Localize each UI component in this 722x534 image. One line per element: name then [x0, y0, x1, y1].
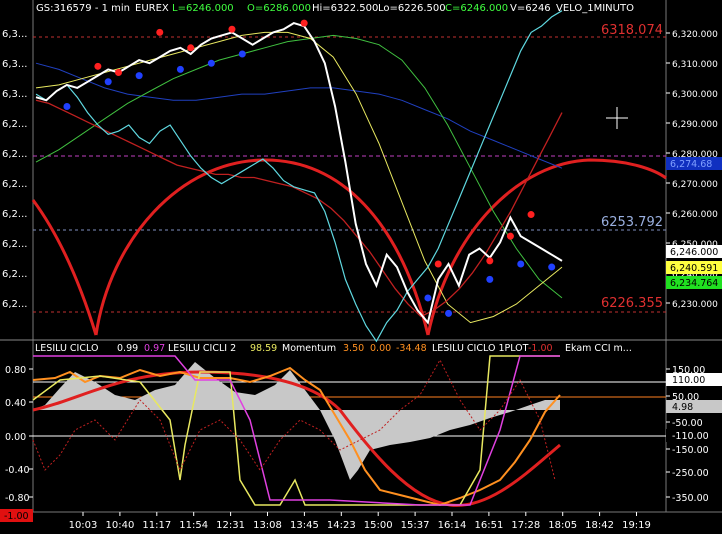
left-lower-tick-label: -0.40 [5, 465, 30, 476]
right-tick-label: 6,310.000 [672, 60, 718, 70]
header-symbol: GS:316579 - 1 min [36, 3, 130, 14]
pivot-high-dot [527, 211, 535, 219]
left-tick-label: 6,3... [2, 89, 27, 100]
header-open: O=6286.000 [247, 3, 311, 14]
time-tick-label: 10:03 [69, 520, 98, 531]
header-last: L=6246.000 [172, 3, 234, 14]
pivot-high-dot [94, 62, 102, 70]
value-badge-label: 6,246.000 [670, 247, 718, 258]
lower-value-badge-label: 4.98 [672, 402, 693, 413]
time-tick-label: 15:00 [364, 520, 393, 531]
left-lower-badge-label: -1.00 [4, 511, 29, 522]
right-lower-tick-label: -350.00 [672, 493, 709, 504]
left-lower-tick-label: -0.80 [5, 493, 30, 504]
time-tick-label: 18:42 [585, 520, 614, 531]
header-volume: V=6246 [510, 3, 551, 14]
time-tick-label: 11:17 [142, 520, 171, 531]
pivot-low-dot [424, 294, 432, 302]
header-low: Lo=6226.500 [378, 3, 446, 14]
level-upper-label: 6318.074 [601, 23, 663, 38]
legend-item: -34.48 [396, 343, 427, 354]
left-tick-label: 6,2... [2, 239, 27, 250]
left-tick-label: 6,3... [2, 29, 27, 40]
legend-item: -1.00 [528, 343, 553, 354]
level-lower-label: 6226.355 [601, 296, 663, 311]
pivot-low-dot [176, 65, 184, 73]
legend-item: 3.50 [343, 343, 364, 354]
chart-svg[interactable]: GS:316579 - 1 min EUREX L=6246.000 O=628… [0, 0, 722, 534]
pivot-high-dot [434, 260, 442, 268]
value-badge-label: 6,234.764 [670, 278, 718, 289]
pivot-high-dot [486, 257, 494, 265]
time-tick-label: 18:05 [548, 520, 577, 531]
time-tick-label: 17:28 [511, 520, 540, 531]
left-tick-label: 6,2... [2, 149, 27, 160]
right-tick-label: 6,270.000 [672, 180, 718, 190]
time-tick-label: 13:08 [253, 520, 282, 531]
left-tick-label: 6,2... [2, 119, 27, 130]
right-lower-tick-label: -250.00 [672, 468, 709, 479]
right-tick-label: 6,300.000 [672, 90, 718, 100]
left-tick-label: 6,2... [2, 209, 27, 220]
pivot-low-dot [486, 275, 494, 283]
pivot-high-dot [506, 232, 514, 240]
pivot-low-dot [445, 309, 453, 317]
time-tick-label: 19:19 [622, 520, 651, 531]
legend-item: LESILU CICLO [35, 343, 98, 354]
right-tick-label: 6,260.000 [672, 210, 718, 220]
header-close: C=6246.000 [445, 3, 508, 14]
time-tick-label: 12:31 [216, 520, 245, 531]
lower-value-badge-label: 110.00 [672, 375, 705, 386]
pivot-high-dot [228, 25, 236, 33]
level-middle-label: 6253.792 [601, 215, 663, 230]
header-exchange: EUREX [135, 3, 169, 14]
legend-item: 98.59 [250, 343, 277, 354]
time-tick-label: 16:14 [438, 520, 467, 531]
pivot-low-dot [517, 260, 525, 268]
time-tick-label: 11:54 [179, 520, 208, 531]
legend-item: LESILU CICLO 1PLOT [432, 343, 529, 354]
left-lower-tick-label: 0.40 [5, 398, 26, 409]
pivot-low-dot [63, 102, 71, 110]
pivot-high-dot [187, 44, 195, 52]
chart-root: GS:316579 - 1 min EUREX L=6246.000 O=628… [0, 0, 722, 534]
time-tick-label: 13:45 [290, 520, 319, 531]
legend-item: 0.97 [144, 343, 165, 354]
time-tick-label: 14:23 [327, 520, 356, 531]
right-tick-label: 6,320.000 [672, 30, 718, 40]
right-tick-label: 6,290.000 [672, 120, 718, 130]
left-tick-label: 6,2... [2, 179, 27, 190]
left-tick-label: 6,2... [2, 269, 27, 280]
left-lower-tick-label: 0.80 [5, 365, 26, 376]
pivot-high-dot [115, 69, 123, 76]
legend-item: LESILU CICLI 2 [168, 343, 236, 354]
pivot-low-dot [135, 72, 143, 80]
value-badge-label: 6,274.68 [670, 159, 712, 170]
time-tick-label: 16:51 [474, 520, 503, 531]
value-badge-label: 6,240.591 [670, 263, 718, 274]
right-lower-tick-label: -150.00 [672, 445, 709, 456]
time-tick-label: 10:40 [105, 520, 134, 531]
pivot-high-dot [300, 19, 308, 27]
legend-item: Momentum [282, 343, 336, 354]
left-lower-tick-label: 0.00 [5, 432, 26, 443]
legend-item: Ekam CCI m... [565, 343, 632, 354]
pivot-low-dot [548, 263, 556, 271]
pivot-high-dot [156, 28, 164, 36]
pivot-low-dot [238, 50, 246, 58]
legend-item: 0.00 [370, 343, 391, 354]
left-tick-label: 6,2... [2, 299, 27, 310]
header-high: Hi=6322.500 [312, 3, 378, 14]
left-tick-label: 6,3... [2, 59, 27, 70]
right-tick-label: 6,230.000 [672, 300, 718, 310]
time-tick-label: 15:37 [401, 520, 430, 531]
legend-item: 0.99 [117, 343, 138, 354]
header-study: VELO_1MINUTO [556, 3, 634, 14]
pivot-low-dot [207, 59, 215, 67]
right-lower-tick-label: -50.00 [672, 418, 703, 429]
lower-value-badge-label: -110.00 [672, 431, 709, 442]
pivot-low-dot [104, 78, 112, 86]
